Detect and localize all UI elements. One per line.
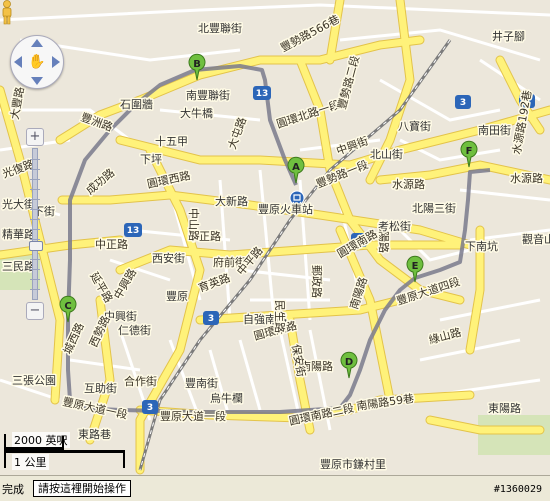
- scale-imperial: 2000 英呎: [12, 432, 70, 448]
- label-hehuo: 合作街: [124, 374, 157, 388]
- label-fengyuan: 豐原: [166, 290, 188, 303]
- label-nan-fengshi: 南豐聯街: [186, 88, 230, 102]
- label-daxin: 大新路: [215, 194, 248, 208]
- label-nantian: 南田街: [478, 123, 511, 137]
- label-jingping: 井子腳: [492, 29, 525, 43]
- hand-icon[interactable]: ✋: [28, 52, 46, 72]
- label-minsheng: 民生路: [273, 300, 287, 333]
- label-xinan: 西安街: [152, 251, 185, 265]
- svg-text:13: 13: [127, 226, 140, 236]
- label-guanyinshan: 觀音山: [522, 232, 550, 246]
- label-kaoling: 考松街: [378, 219, 411, 233]
- svg-text:13: 13: [256, 89, 269, 99]
- pan-down-icon[interactable]: [31, 77, 43, 85]
- start-operation-button[interactable]: 請按這裡開始操作: [33, 480, 131, 497]
- map-view[interactable]: 3 13 13 3 3 3 3 北豐聯街 豐勢路566巷 井子腳 南豐聯街 大牛…: [0, 0, 550, 475]
- zoom-slider-thumb[interactable]: [29, 241, 43, 251]
- route-shield-3: 3: [455, 95, 471, 109]
- label-zhongzheng-west: 中正路: [95, 238, 128, 251]
- svg-text:D: D: [345, 357, 353, 368]
- svg-text:3: 3: [147, 403, 153, 413]
- pan-control[interactable]: ✋: [10, 35, 64, 95]
- status-bar: 完成 請按這裡開始操作 #1360029: [0, 475, 550, 501]
- scale-metric: 1 公里: [12, 454, 49, 470]
- scale-bar: 2000 英呎 1 公里: [2, 432, 126, 470]
- svg-text:B: B: [193, 59, 201, 70]
- pan-right-icon[interactable]: [52, 56, 60, 68]
- svg-text:3: 3: [208, 314, 214, 324]
- zoom-control[interactable]: + −: [26, 120, 44, 325]
- svg-text:A: A: [292, 162, 300, 173]
- label-shiwu: 十五甲: [155, 134, 188, 148]
- label-dongyang: 東陽路: [488, 402, 521, 415]
- label-zhongshan: 中山路: [187, 208, 200, 241]
- label-shuiyuan: 水源路: [392, 177, 425, 191]
- pan-up-icon[interactable]: [31, 39, 43, 47]
- map-canvas[interactable]: 3 13 13 3 3 3 3 北豐聯街 豐勢路566巷 井子腳 南豐聯街 大牛…: [0, 0, 550, 475]
- zoom-in-button[interactable]: +: [26, 128, 44, 146]
- label-beishan: 北山街: [370, 147, 403, 161]
- label-fengyuan-dadao-1b: 豐原大道一段: [160, 409, 226, 423]
- map-id: #1360029: [493, 484, 542, 495]
- svg-text:3: 3: [460, 98, 466, 108]
- label-youzheng: 郵政路: [310, 265, 324, 298]
- label-zhenshang: 豐原市鎌村里: [320, 457, 386, 471]
- pan-left-icon[interactable]: [14, 56, 22, 68]
- label-renci: 仁德街: [118, 323, 151, 337]
- label-sanzhangbei: 三張公園: [12, 374, 56, 387]
- svg-text:E: E: [412, 261, 419, 272]
- route-shield-3: 3: [142, 400, 158, 414]
- route-shield-3: 3: [203, 311, 219, 325]
- label-xiananken: 下南坑: [465, 239, 498, 253]
- label-huzhu: 互助街: [84, 381, 117, 395]
- zoom-out-button[interactable]: −: [26, 302, 44, 320]
- svg-text:C: C: [64, 301, 71, 312]
- label-north-fengshi: 北豐聯街: [198, 21, 242, 35]
- label-beiyang: 北陽三街: [412, 201, 456, 215]
- label-fengyuan-station: 豐原火車站: [258, 202, 313, 216]
- label-shiwei: 石圍牆: [120, 97, 153, 111]
- route-shield-13: 13: [124, 223, 142, 237]
- status-text: 完成: [2, 483, 24, 496]
- label-xiapi: 下坪: [140, 153, 162, 166]
- svg-text:F: F: [466, 146, 473, 157]
- label-wuniu: 烏牛欄: [210, 391, 243, 405]
- label-shuiyuan-east: 水源路: [510, 171, 543, 185]
- pan-ring[interactable]: ✋: [10, 35, 64, 89]
- pegman-icon[interactable]: [0, 0, 14, 26]
- zoom-slider-track[interactable]: [29, 148, 43, 300]
- route-shield-13: 13: [253, 86, 271, 100]
- label-badai: 八寶街: [398, 119, 431, 133]
- label-fengnan: 豐南街: [185, 376, 218, 390]
- label-dadaqiao: 大牛橋: [180, 106, 213, 120]
